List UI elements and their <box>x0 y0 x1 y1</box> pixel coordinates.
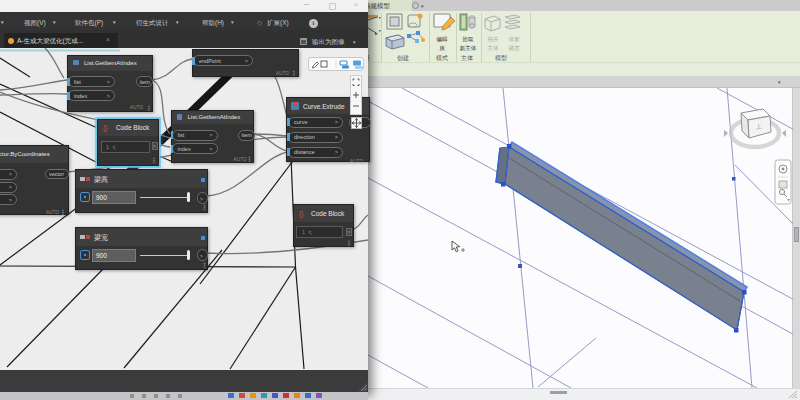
svg-text:上: 上 <box>754 123 762 130</box>
